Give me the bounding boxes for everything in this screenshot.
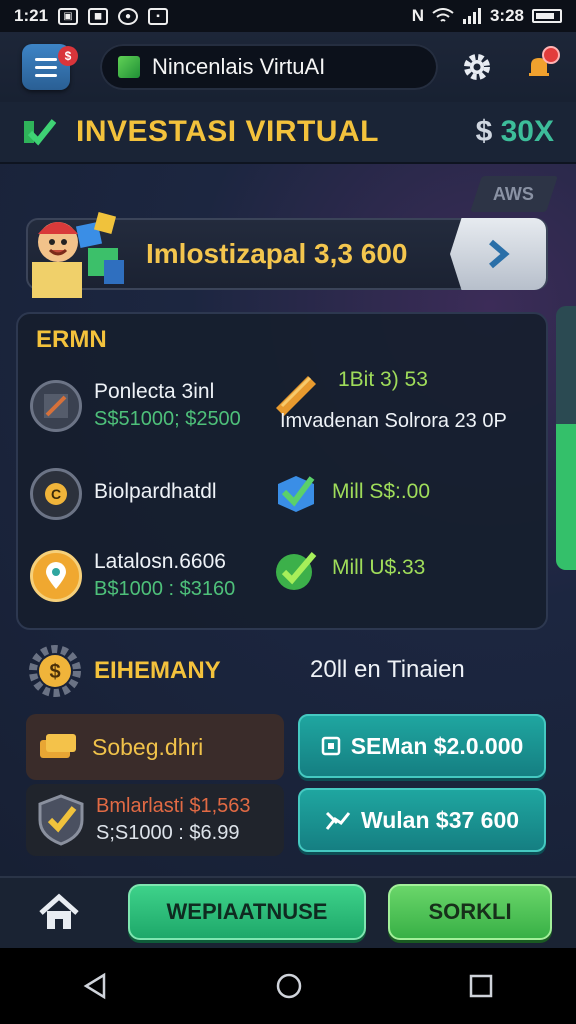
secondary-action-button[interactable]: SORKLI: [388, 884, 552, 940]
chevron-right-icon: [489, 239, 510, 269]
page-title: INVESTASI VIRTUAL: [76, 115, 379, 148]
tag-badge[interactable]: AWS: [470, 176, 558, 212]
app-title: Nincenlais VirtuAI: [152, 54, 326, 79]
balance-symbol: $: [475, 115, 493, 148]
location-pin-icon: [30, 550, 82, 602]
bottom-action-bar: WEPIAATNUSE SORKLI: [0, 876, 576, 948]
section-subtitle: 20ll en Tinaien: [310, 656, 465, 683]
week-amount-label: SEMan $2.0.000: [350, 732, 524, 759]
simulation-card[interactable]: Bmlarlasti $1,563 S;S1000 : $6.99: [26, 784, 284, 856]
header-bar: INVESTASI VIRTUAL $ 30X: [0, 102, 576, 164]
recents-icon[interactable]: [468, 973, 494, 999]
section-header: $ EIHEMANY: [28, 644, 221, 698]
shield-check-icon: [38, 794, 84, 846]
promo-banner[interactable]: Imlostizapal 3,3 600: [26, 211, 548, 298]
coin-icon: C: [30, 468, 82, 520]
banner-text: Imlostizapal 3,3 600: [146, 238, 408, 269]
stat-item-1[interactable]: Ponlecta 3inl S$51000; $2500: [30, 380, 241, 432]
home-icon: [39, 893, 79, 929]
nfc-icon: N: [411, 6, 424, 25]
notification-dot: [542, 46, 560, 64]
stat-value: Imvadenan Solrora 23 0P: [280, 410, 507, 432]
stat-value: B$1000 : $3160: [94, 578, 236, 600]
week-amount-button[interactable]: SEMan $2.0.000: [298, 714, 546, 778]
stat-item-2[interactable]: C Biolpardhatdl: [30, 468, 217, 520]
stats-panel: ERMN Ponlecta 3inl S$51000; $2500 C Biol…: [16, 312, 548, 630]
panel-title: ERMN: [36, 326, 107, 353]
simulation-card-title: Bmlarlasti $1,563: [96, 795, 251, 817]
gear-icon: [464, 54, 490, 80]
savings-card[interactable]: Sobeg.dhri: [26, 714, 284, 780]
calculator-icon: [30, 380, 82, 432]
trend-arrow-icon: [325, 811, 351, 830]
settings-button[interactable]: [460, 50, 494, 84]
mascot-icon: [32, 211, 124, 298]
stat-label: Latalosn.6606: [94, 550, 226, 573]
simulation-card-value: S;S1000 : $6.99: [96, 822, 240, 844]
menu-badge: $: [58, 46, 78, 66]
stat-value: S$51000; $2500: [94, 408, 241, 430]
notification-button[interactable]: [524, 46, 560, 82]
stat-item-3[interactable]: Latalosn.6606 B$1000 : $3160: [30, 550, 235, 602]
check-circle-icon: [272, 546, 320, 594]
stat-item-4[interactable]: 1Bit 3) 53 Imvadenan Solrora 23 0P: [272, 368, 507, 433]
checkbox-cube-icon: [272, 470, 320, 518]
status-time-right: 3:28: [489, 6, 524, 25]
stat-label: Biolpardhatdl: [94, 480, 217, 503]
banner-arrow-button[interactable]: [450, 218, 546, 290]
home-circle-icon[interactable]: [275, 972, 303, 1000]
wifi-icon: [432, 8, 454, 22]
stat-label: 1Bit 3) 53: [338, 368, 428, 391]
balance-value: 30X: [500, 115, 554, 148]
cash-stack-icon: [40, 734, 76, 758]
cube-icon: [118, 56, 140, 78]
month-amount-label: Wulan $37 600: [360, 806, 520, 833]
section-title: EIHEMANY: [94, 657, 221, 684]
svg-text:C: C: [51, 486, 61, 502]
signal-icon: [462, 8, 481, 24]
notification-app-icon: ◼: [88, 7, 109, 25]
primary-action-button[interactable]: WEPIAATNUSE: [128, 884, 366, 940]
back-icon[interactable]: [82, 972, 110, 1000]
app-bar: $ Nincenlais VirtuAI: [0, 32, 576, 102]
home-button[interactable]: [36, 893, 82, 933]
stat-label: Mill S$:.00: [332, 480, 431, 503]
notification-circle-icon: ●: [118, 7, 139, 25]
svg-text:$: $: [49, 661, 60, 683]
side-progress-fill: [556, 424, 576, 570]
dollar-gear-icon: $: [29, 645, 81, 697]
calendar-icon: [321, 736, 340, 756]
battery-icon: [532, 9, 562, 23]
stat-label: Ponlecta 3inl: [94, 380, 215, 403]
notification-square-icon: ▪: [148, 7, 169, 25]
month-amount-button[interactable]: Wulan $37 600: [298, 788, 546, 852]
side-progress[interactable]: [556, 306, 576, 570]
balance-amount[interactable]: $ 30X: [476, 115, 554, 149]
system-nav-bar: [0, 948, 576, 1024]
menu-button[interactable]: $: [22, 44, 78, 90]
check-logo-icon: [24, 119, 56, 146]
bar-gold-icon: [272, 368, 320, 416]
notification-photo-icon: ▣: [58, 7, 79, 25]
stat-item-6[interactable]: Mill U$.33: [272, 546, 425, 594]
app-title-pill[interactable]: Nincenlais VirtuAI: [100, 44, 438, 90]
stat-item-5[interactable]: Mill S$:.00: [272, 470, 430, 518]
savings-card-label: Sobeg.dhri: [92, 733, 204, 760]
tag-label: AWS: [493, 183, 535, 204]
status-time-left: 1:21: [14, 6, 49, 25]
status-bar: 1:21 ▣ ◼ ● ▪ N 3:28: [0, 0, 576, 32]
stat-label: Mill U$.33: [332, 556, 426, 579]
